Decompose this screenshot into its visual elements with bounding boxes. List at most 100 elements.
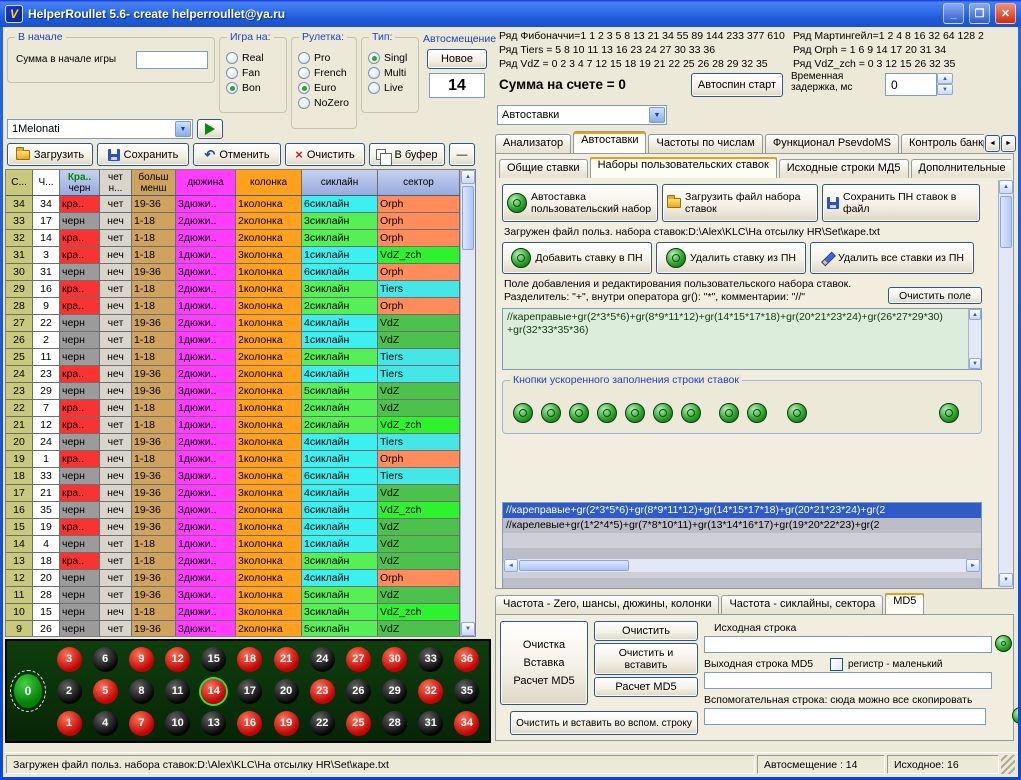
table-row[interactable]: 144чернчет1-181дюжи..1колонка1сиклайнVdZ: [6, 536, 460, 553]
quick-fill-11-button[interactable]: [939, 403, 959, 423]
table-row[interactable]: 2024чернчет19-362дюжи..3колонка4сиклайнT…: [6, 434, 460, 451]
roulette-number-27[interactable]: 27: [346, 647, 371, 672]
table-row[interactable]: 3317черннеч1-182дюжи..2колонка3сиклайнOr…: [6, 213, 460, 230]
radio-option-pro[interactable]: Pro: [292, 50, 356, 65]
roulette-number-8[interactable]: 8: [129, 679, 154, 704]
roulette-number-10[interactable]: 10: [165, 711, 190, 736]
edit-field-scrollbar[interactable]: ▲ ▼: [968, 309, 981, 369]
radio-option-multi[interactable]: Multi: [362, 65, 418, 80]
radio-multi-icon[interactable]: [368, 67, 380, 79]
table-row[interactable]: 2112кра..чет1-181дюжи..3колонка2сиклайнV…: [6, 417, 460, 434]
roulette-number-17[interactable]: 17: [237, 679, 262, 704]
table-row[interactable]: 1128чернчет19-363дюжи..1колонка5сиклайнV…: [6, 587, 460, 604]
roulette-number-25[interactable]: 25: [346, 711, 371, 736]
roulette-number-12[interactable]: 12: [165, 647, 190, 672]
md5-aux-input[interactable]: [704, 708, 986, 725]
roulette-number-14[interactable]: 14: [201, 679, 226, 704]
roulette-number-11[interactable]: 11: [165, 679, 190, 704]
table-row[interactable]: 3434кра..чет19-363дюжи..1колонка6сиклайн…: [6, 196, 460, 213]
radio-french-icon[interactable]: [298, 67, 310, 79]
list-hscrollbar[interactable]: ◄ ►: [504, 559, 980, 572]
scroll-left-icon[interactable]: ◄: [504, 559, 518, 572]
table-row[interactable]: 1318кра..чет1-182дюжи..3колонка3сиклайнV…: [6, 553, 460, 570]
column-header[interactable]: большменш: [132, 170, 176, 195]
roulette-number-30[interactable]: 30: [382, 647, 407, 672]
tab-freq-1[interactable]: Частота - Zero, шансы, дюжины, колонки: [495, 595, 719, 614]
table-row[interactable]: 313кра..неч1-181дюжи..3колонка1сиклайнVd…: [6, 247, 460, 264]
radio-option-bon[interactable]: Bon: [220, 80, 286, 95]
column-header[interactable]: четн...: [100, 170, 132, 195]
radio-option-live[interactable]: Live: [362, 80, 418, 95]
table-row[interactable]: 2329черннеч19-363дюжи..2колонка5сиклайнV…: [6, 383, 460, 400]
radio-option-nozero[interactable]: NoZero: [292, 95, 356, 110]
radio-option-french[interactable]: French: [292, 65, 356, 80]
table-row[interactable]: 262чернчет1-181дюжи..2колонка1сиклайнVdZ: [6, 332, 460, 349]
autobet-set-button[interactable]: Автоставка пользовательский набор: [502, 184, 658, 222]
mode-combo[interactable]: Автоставки ▼: [497, 105, 667, 125]
roulette-number-28[interactable]: 28: [382, 711, 407, 736]
table-row[interactable]: 1833черннеч19-363дюжи..3колонка6сиклайнT…: [6, 468, 460, 485]
table-row[interactable]: 926чернчет19-363дюжи..2колонка5сиклайнVd…: [6, 621, 460, 637]
scroll-down-icon[interactable]: ▼: [969, 358, 981, 369]
table-row[interactable]: 1721кра..неч19-362дюжи..3колонка4сиклайн…: [6, 485, 460, 502]
table-row[interactable]: 1519кра..неч19-362дюжи..1колонка4сиклайн…: [6, 519, 460, 536]
maximize-button[interactable]: ❐: [969, 3, 990, 24]
clear-table-button[interactable]: ×Очистить: [285, 143, 365, 166]
list-item[interactable]: //карелевые+gr(1*2*4*5)+gr(7*8*10*11)+gr…: [503, 518, 981, 533]
save-set-file-button[interactable]: Сохранить ПН ставок в файл: [822, 184, 980, 222]
minimize-button[interactable]: _: [943, 3, 964, 24]
chevron-down-icon[interactable]: ▼: [175, 121, 191, 137]
column-header[interactable]: колонка: [236, 170, 302, 195]
roulette-number-4[interactable]: 4: [93, 711, 118, 736]
roulette-number-7[interactable]: 7: [129, 711, 154, 736]
radio-euro-icon[interactable]: [298, 82, 310, 94]
table-row[interactable]: 191кра..неч1-181дюжи..1колонка1сиклайнOr…: [6, 451, 460, 468]
table-row[interactable]: 289кра..неч1-181дюжи..3колонка2сиклайнOr…: [6, 298, 460, 315]
delete-all-bets-button[interactable]: Удалить все ставки из ПН: [810, 242, 974, 274]
roulette-number-23[interactable]: 23: [310, 679, 335, 704]
tab-scroll-left-icon[interactable]: ◄: [985, 135, 1000, 152]
tab-main-3[interactable]: Частоты по числам: [648, 134, 762, 153]
play-button[interactable]: [197, 119, 223, 139]
scrollbar-thumb[interactable]: [1000, 196, 1012, 248]
radio-live-icon[interactable]: [368, 82, 380, 94]
delay-spinner[interactable]: 0 ▲ ▼: [885, 73, 953, 96]
table-row[interactable]: 3031черннеч19-363дюжи..1колонка6сиклайнO…: [6, 264, 460, 281]
new-shift-button[interactable]: Новое: [427, 49, 487, 69]
roulette-number-19[interactable]: 19: [274, 711, 299, 736]
scroll-down-icon[interactable]: ▼: [461, 622, 475, 636]
load-table-button[interactable]: Загрузить: [7, 143, 93, 166]
start-sum-input[interactable]: [136, 51, 208, 69]
radio-real-icon[interactable]: [226, 52, 238, 64]
history-scrollbar[interactable]: ▲ ▼: [460, 170, 475, 636]
scroll-up-icon[interactable]: ▲: [999, 180, 1013, 194]
scroll-down-icon[interactable]: ▼: [999, 573, 1013, 587]
to-buffer-button[interactable]: В буфер: [369, 143, 445, 166]
tab-freq-2[interactable]: Частота - сиклайны, сектора: [721, 595, 883, 614]
panel-scrollbar[interactable]: ▲ ▼: [998, 180, 1013, 587]
roulette-number-1[interactable]: 1: [57, 711, 82, 736]
scroll-up-icon[interactable]: ▲: [461, 170, 475, 184]
column-header[interactable]: сиклайн: [302, 170, 378, 195]
quick-fill-10-button[interactable]: [787, 403, 807, 423]
roulette-number-5[interactable]: 5: [93, 679, 118, 704]
quick-fill-3-button[interactable]: [569, 403, 589, 423]
table-row[interactable]: 2423кра..неч19-362дюжи..2колонка4сиклайн…: [6, 366, 460, 383]
roulette-number-16[interactable]: 16: [237, 711, 262, 736]
md5-clear-button[interactable]: Очистить: [594, 621, 698, 641]
column-header[interactable]: сектор: [378, 170, 460, 195]
roulette-number-31[interactable]: 31: [418, 711, 443, 736]
radio-bon-icon[interactable]: [226, 82, 238, 94]
column-header[interactable]: Кра..черн: [60, 170, 100, 195]
save-table-button[interactable]: Сохранить: [97, 143, 189, 166]
tab-main-5[interactable]: Контроль банкролла: [901, 134, 984, 153]
spin-up-icon[interactable]: ▲: [937, 73, 953, 84]
load-set-file-button[interactable]: Загрузить файл набора ставок: [662, 184, 818, 222]
roulette-number-2[interactable]: 2: [57, 679, 82, 704]
roulette-number-3[interactable]: 3: [57, 647, 82, 672]
radio-fan-icon[interactable]: [226, 67, 238, 79]
radio-option-fan[interactable]: Fan: [220, 65, 286, 80]
roulette-number-0[interactable]: 0: [14, 674, 42, 708]
table-row[interactable]: 1220чернчет19-362дюжи..2колонка4сиклайнO…: [6, 570, 460, 587]
roulette-number-15[interactable]: 15: [201, 647, 226, 672]
